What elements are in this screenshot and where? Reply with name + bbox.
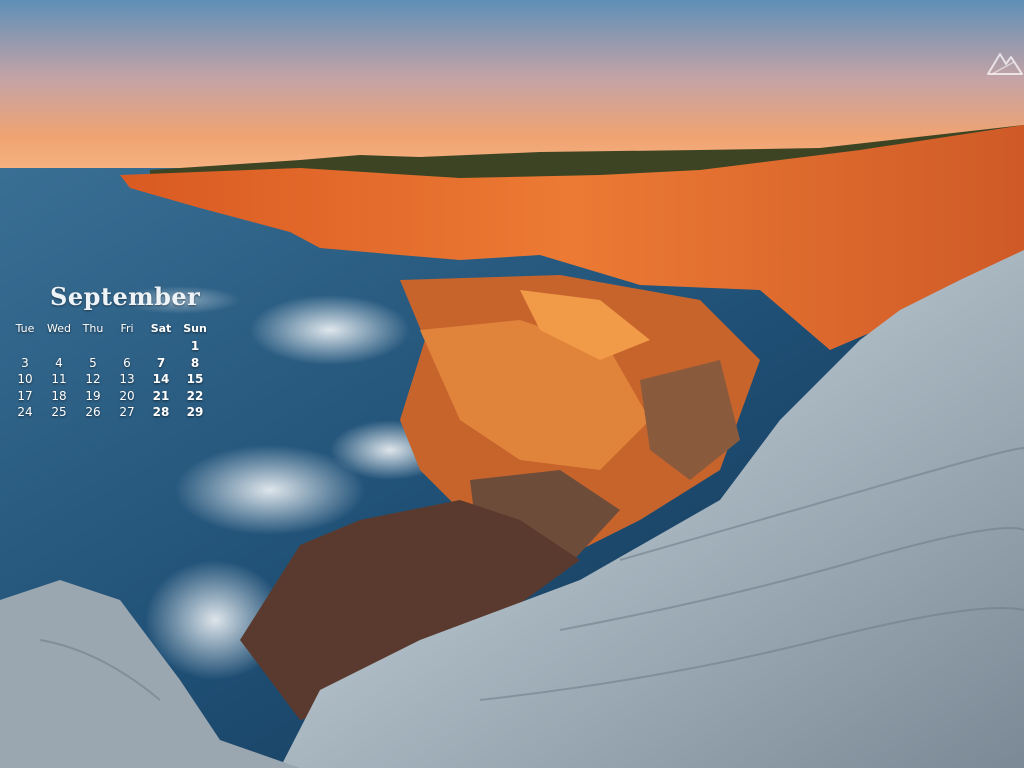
calendar-day xyxy=(0,338,8,355)
calendar-week-row: 17 18 19 20 21 22 xyxy=(0,388,212,405)
calendar-day: 24 xyxy=(17,405,33,420)
calendar-day: 5 xyxy=(89,355,97,370)
calendar-day: 6 xyxy=(123,355,131,370)
calendar-day: 17 xyxy=(17,388,33,403)
calendar-day: 20 xyxy=(119,388,135,403)
mountain-logo-icon xyxy=(987,53,1023,75)
calendar-day: 8 xyxy=(190,355,200,370)
calendar-day: 18 xyxy=(51,388,67,403)
calendar-day: 10 xyxy=(17,372,33,387)
calendar-day xyxy=(76,338,110,355)
weekday-header: Fri xyxy=(120,322,134,335)
calendar-week-row: 10 11 12 13 14 15 xyxy=(0,371,212,388)
calendar-day xyxy=(144,338,178,355)
calendar-week-row: 3 4 5 6 7 8 xyxy=(0,355,212,372)
calendar-day xyxy=(110,338,144,355)
calendar-day xyxy=(42,338,76,355)
calendar-day: 1 xyxy=(190,339,200,354)
calendar-day xyxy=(8,338,42,355)
weekday-header xyxy=(0,319,8,338)
weekday-header: Sun xyxy=(183,322,207,335)
calendar-grid: Tue Wed Thu Fri Sat Sun 1 3 4 5 6 7 8 10… xyxy=(0,319,212,421)
calendar-day xyxy=(0,355,8,372)
weekday-header: Tue xyxy=(15,322,35,335)
calendar-day: 11 xyxy=(51,372,67,387)
weekday-header-row: Tue Wed Thu Fri Sat Sun xyxy=(0,319,212,338)
calendar-day: 15 xyxy=(186,372,204,387)
calendar-day xyxy=(0,388,8,405)
calendar-week-row: 24 25 26 27 28 29 xyxy=(0,404,212,421)
calendar-day: 22 xyxy=(186,388,204,403)
calendar-day: 27 xyxy=(119,405,135,420)
calendar-month-title: September xyxy=(50,282,201,311)
calendar-day: 7 xyxy=(156,355,166,370)
calendar-day: 25 xyxy=(51,405,67,420)
calendar-day: 28 xyxy=(152,405,170,420)
calendar-day: 26 xyxy=(85,405,101,420)
calendar-day: 14 xyxy=(152,372,170,387)
calendar-day: 4 xyxy=(55,355,63,370)
calendar-day: 29 xyxy=(186,405,204,420)
weekday-header: Thu xyxy=(82,322,104,335)
calendar-day: 12 xyxy=(85,372,101,387)
calendar-day: 19 xyxy=(85,388,101,403)
weekday-header: Sat xyxy=(150,322,172,335)
weekday-header: Wed xyxy=(47,322,71,335)
calendar-day: 21 xyxy=(152,388,170,403)
calendar-day: 3 xyxy=(21,355,29,370)
calendar-day xyxy=(0,371,8,388)
calendar-day: 13 xyxy=(119,372,135,387)
calendar-day xyxy=(0,404,8,421)
calendar-week-row: 1 xyxy=(0,338,212,355)
